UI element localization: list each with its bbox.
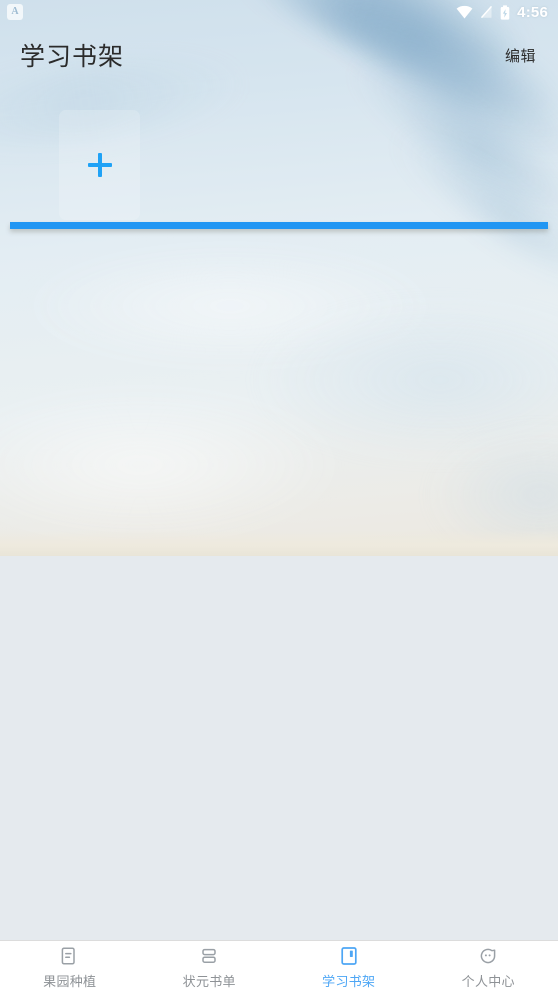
book-icon <box>341 946 357 965</box>
nav-tab-label: 个人中心 <box>461 973 515 989</box>
status-bar-right: 4:56 <box>456 4 548 21</box>
document-icon <box>61 946 75 965</box>
edit-button[interactable]: 编辑 <box>505 45 536 66</box>
empty-content-area <box>0 556 558 940</box>
nav-tab-bookshelf[interactable]: 学习书架 <box>279 941 419 992</box>
app-root: A 4:56 学习书架 编辑 果园种植 状元书单 学习书架 个人中心 <box>0 0 558 992</box>
nav-tab-label: 学习书架 <box>322 973 376 989</box>
signal-off-icon <box>481 5 493 19</box>
battery-charging-icon <box>500 4 510 20</box>
nav-tab-profile[interactable]: 个人中心 <box>419 941 558 992</box>
status-bar: A 4:56 <box>0 0 558 24</box>
shelf-row <box>0 104 558 222</box>
shelf-divider-bar <box>10 222 548 229</box>
add-book-button[interactable] <box>59 110 140 220</box>
nav-tab-orchard[interactable]: 果园种植 <box>0 941 140 992</box>
app-notification-icon: A <box>7 4 23 20</box>
app-header: 学习书架 编辑 <box>0 24 558 86</box>
plus-icon <box>87 153 112 177</box>
status-bar-clock: 4:56 <box>517 3 548 21</box>
bookshelf <box>0 104 558 229</box>
wifi-icon <box>456 5 473 19</box>
nav-tab-label: 状元书单 <box>182 973 236 989</box>
bottom-navigation-bar: 果园种植 状元书单 学习书架 个人中心 <box>0 940 558 992</box>
nav-tab-booklist[interactable]: 状元书单 <box>140 941 280 992</box>
page-title: 学习书架 <box>20 43 125 71</box>
status-bar-left: A <box>7 4 23 20</box>
person-face-icon <box>480 948 496 963</box>
nav-tab-label: 果园种植 <box>43 973 97 989</box>
list-icon <box>202 948 216 963</box>
